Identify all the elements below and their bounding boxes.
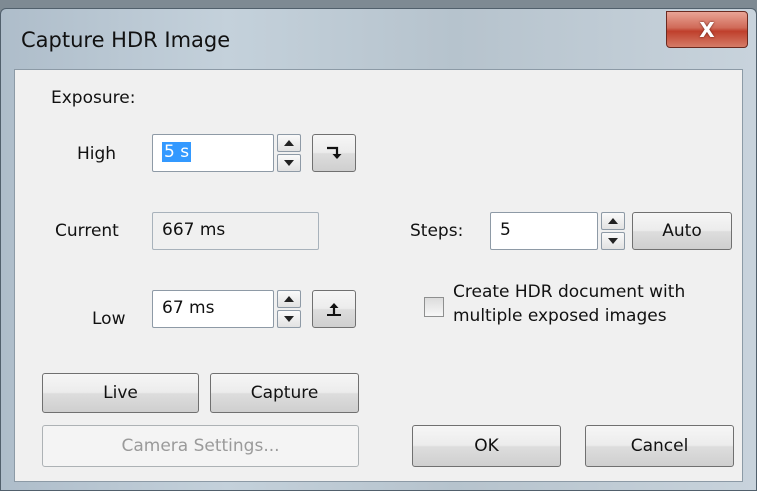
title-bar[interactable]: Capture HDR Image X — [1, 9, 756, 67]
chevron-down-icon — [284, 160, 294, 166]
steps-spin-up[interactable] — [601, 212, 625, 230]
arrow-turn-up-icon — [327, 303, 341, 316]
steps-spinner[interactable] — [601, 212, 625, 250]
steps-label: Steps: — [410, 221, 464, 241]
dialog-window: Capture HDR Image X Exposure: High 5 s C… — [0, 8, 757, 491]
arrow-turn-down-icon — [327, 146, 342, 159]
close-icon: X — [699, 17, 715, 42]
create-hdr-label-line2: multiple exposed images — [453, 306, 667, 326]
chevron-up-icon — [284, 296, 294, 302]
live-button[interactable]: Live — [42, 373, 199, 413]
create-hdr-label-line1: Create HDR document with — [453, 282, 686, 302]
chevron-up-icon — [608, 218, 618, 224]
low-spin-down[interactable] — [277, 310, 301, 328]
high-spin-up[interactable] — [277, 134, 301, 152]
ok-button[interactable]: OK — [412, 425, 561, 467]
camera-settings-button[interactable]: Camera Settings... — [42, 425, 359, 467]
current-exposure-display: 667 ms — [152, 212, 319, 250]
capture-button[interactable]: Capture — [210, 373, 359, 413]
window-title: Capture HDR Image — [21, 28, 231, 52]
chevron-down-icon — [284, 316, 294, 322]
high-spin-down[interactable] — [277, 154, 301, 172]
exposure-label: Exposure: — [51, 88, 136, 108]
chevron-up-icon — [284, 140, 294, 146]
dialog-body: Exposure: High 5 s Current 667 ms Low 67… — [14, 69, 743, 482]
current-label: Current — [55, 221, 119, 241]
set-high-button[interactable] — [312, 134, 356, 172]
steps-input[interactable]: 5 — [490, 212, 598, 250]
create-hdr-checkbox[interactable] — [424, 297, 444, 317]
low-label: Low — [92, 309, 126, 329]
chevron-down-icon — [608, 238, 618, 244]
cancel-button[interactable]: Cancel — [585, 425, 734, 467]
high-exposure-spinner[interactable] — [277, 134, 301, 172]
set-low-button[interactable] — [312, 290, 356, 328]
close-button[interactable]: X — [666, 11, 748, 48]
low-spin-up[interactable] — [277, 290, 301, 308]
high-exposure-input[interactable]: 5 s — [152, 134, 274, 172]
auto-button[interactable]: Auto — [632, 212, 732, 250]
steps-spin-down[interactable] — [601, 232, 625, 250]
low-exposure-input[interactable]: 67 ms — [152, 290, 274, 328]
high-label: High — [77, 144, 117, 164]
low-exposure-spinner[interactable] — [277, 290, 301, 328]
